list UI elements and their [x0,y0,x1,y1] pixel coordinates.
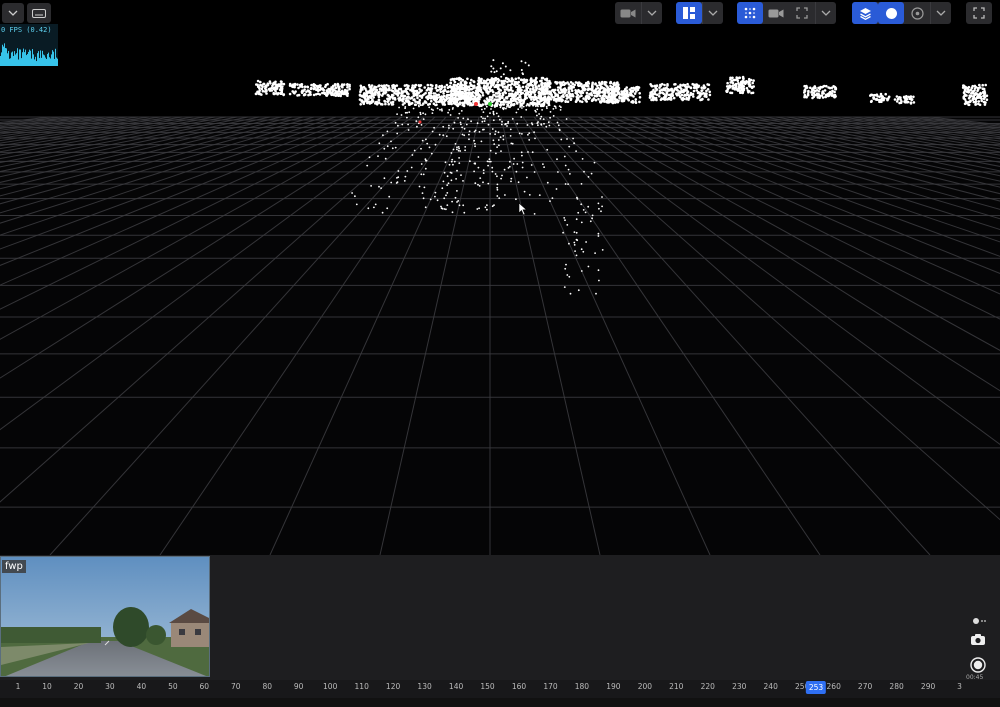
fps-readout: 0 FPS (0.42) [1,26,52,34]
camera-feed-image [1,557,209,676]
camera-snapshot-icon[interactable] [970,633,986,646]
camera-dropdown[interactable] [641,2,662,24]
expand-icon [796,7,808,19]
timeline-tick: 70 [231,682,241,691]
timeline-tick: 40 [136,682,147,691]
layout-dropdown[interactable] [702,2,723,24]
chevron-down-icon [936,10,946,16]
expand-button[interactable] [789,2,815,24]
record-icon[interactable] [970,657,986,673]
timeline-tick: 100 [323,682,338,691]
chevron-down-icon [821,10,831,16]
timeline-tick: 230 [732,682,747,691]
chevron-down-icon [8,10,18,16]
lidar-points-icon [744,7,756,19]
timeline-tick: 240 [763,682,778,691]
timeline-tick: 220 [700,682,715,691]
timeline-track[interactable] [0,698,1000,707]
keyboard-icon [32,8,46,18]
timeline-tick: 290 [920,682,936,691]
timeline-tick: 10 [42,682,52,691]
layout-toolbar-group [676,2,723,24]
fps-graph [0,43,58,66]
layers-toolbar-group [852,2,951,24]
fullscreen-icon [973,7,985,19]
timeline-tick: 20 [73,682,84,691]
fullscreen-button[interactable] [966,2,992,24]
timeline-tick: 180 [574,682,590,691]
target-button[interactable] [904,2,930,24]
timeline-tick: 110 [354,682,369,691]
timeline-ruler[interactable]: 1 10 20 30 40 50 60 70 80 90 100 110 120 130 140 150 160… [0,680,1000,698]
bottom-panel: fwp 1 10 20 30 40 50 60 70 80 90 100 110 120 130 140 15… [0,555,1000,707]
view-dropdown[interactable] [815,2,836,24]
timeline-tick: 150 [480,682,495,691]
timeline-tick: 30 [105,682,115,691]
timeline-tick: 280 [889,682,904,691]
layout-button[interactable] [676,2,702,24]
circle-filled-icon [885,7,897,19]
layers-button[interactable] [852,2,878,24]
timeline-tick: 160 [511,682,527,691]
timeline-tick: 130 [417,682,432,691]
camera-view-button[interactable] [763,2,789,24]
timeline-tick: 50 [168,682,178,691]
keyboard-button[interactable] [27,3,51,23]
timeline-tick: 200 [637,682,653,691]
camera-view-icon [768,9,784,17]
mouse-cursor-icon [518,202,528,216]
timeline-tick: 3 [957,682,962,691]
timeline-tick: 1 [15,682,21,691]
timeline-tick: 210 [669,682,684,691]
chevron-down-icon [647,10,657,16]
timeline-tick: 190 [606,682,621,691]
view-toolbar-group [737,2,836,24]
point-cloud [254,59,989,295]
layout-grid-icon [683,7,695,19]
timeline-tick: 170 [543,682,558,691]
pin-icon[interactable] [972,617,986,625]
target-icon [910,6,924,20]
camera-feed-label: fwp [2,560,26,573]
layers-dropdown[interactable] [930,2,951,24]
chevron-down-icon [708,10,718,16]
timeline-tick: 90 [293,682,304,691]
time-readout: 00:45 [966,674,984,681]
timeline-tick: 80 [262,682,273,691]
timeline-cursor[interactable]: 253 [805,681,827,694]
camera-feed-thumbnail[interactable]: fwp [0,556,210,677]
layers-icon [859,7,871,20]
video-camera-button[interactable] [615,2,641,24]
menu-dropdown-button[interactable] [2,3,24,23]
camera-toolbar-group [615,2,662,24]
fps-monitor: 0 FPS (0.42) [0,24,58,66]
video-camera-icon [620,9,636,17]
timeline-tick: 120 [385,682,401,691]
lidar-points-button[interactable] [737,2,763,24]
timeline-tick: 60 [199,682,210,691]
fullscreen-group [966,2,992,24]
shading-button[interactable] [878,2,904,24]
timeline-tick: 140 [448,682,464,691]
timeline-tick: 270 [857,682,873,691]
lidar-viewport[interactable] [0,0,1000,555]
timeline-tick: 260 [826,682,841,691]
